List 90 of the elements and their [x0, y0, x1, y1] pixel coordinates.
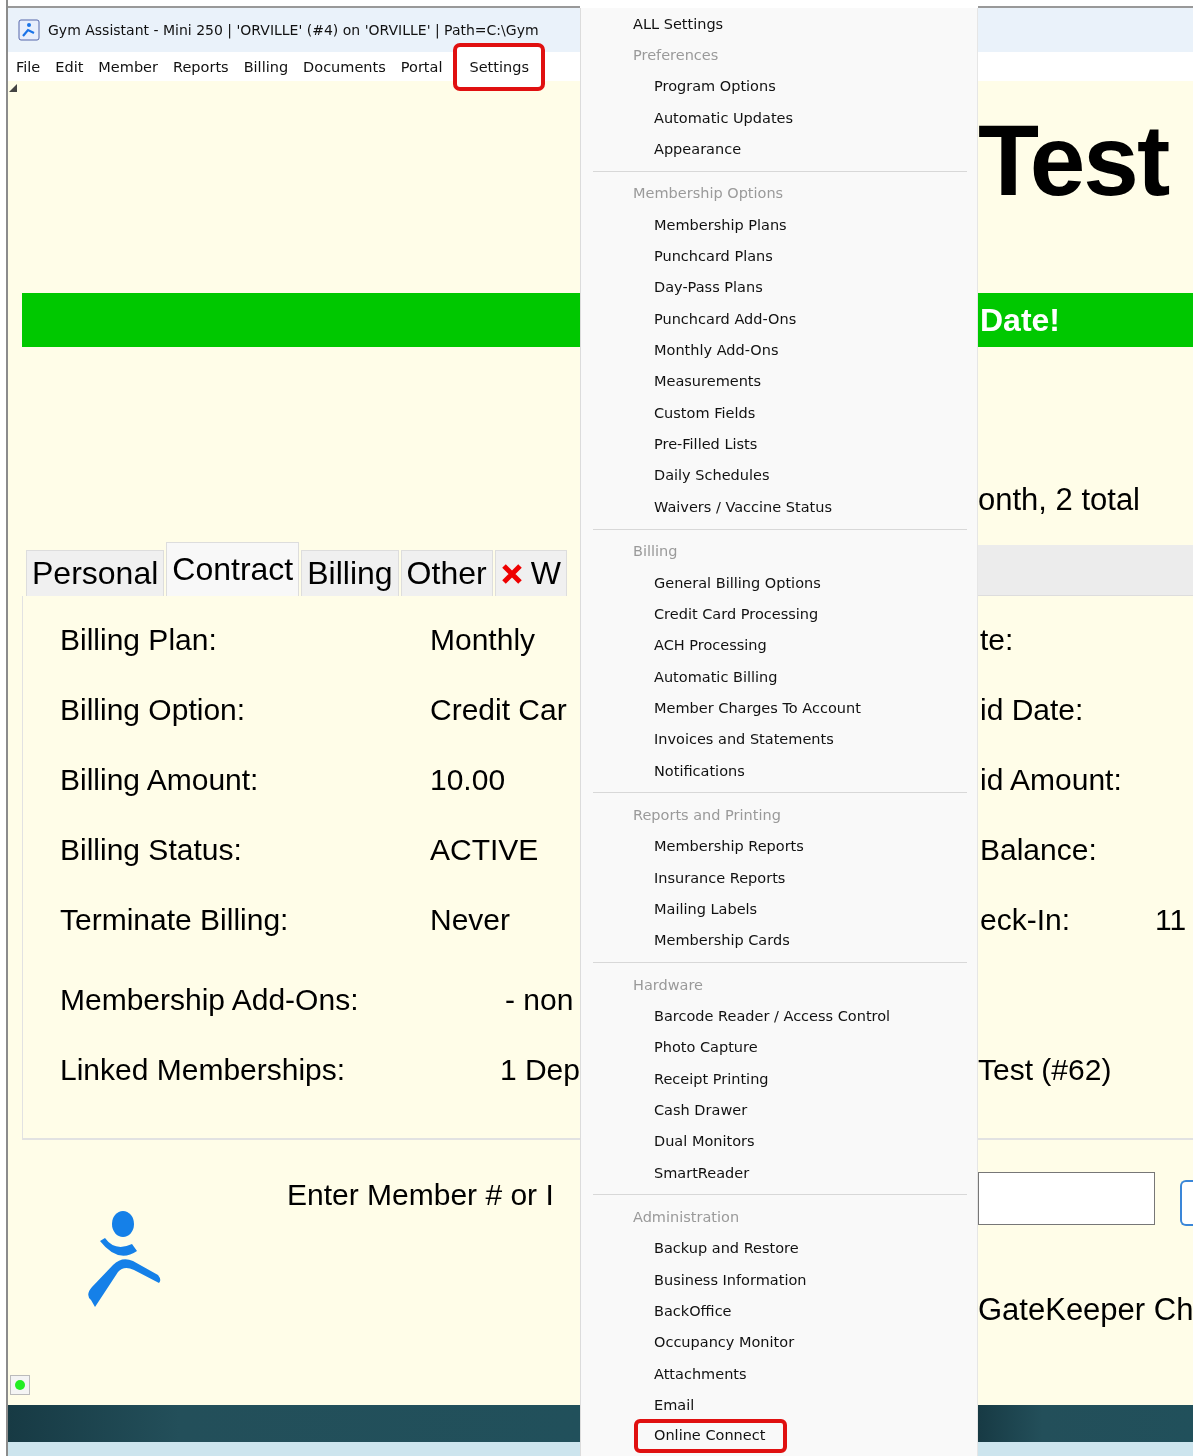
field-value: Never — [430, 903, 511, 937]
menu-item[interactable]: Automatic Billing — [634, 664, 786, 689]
tab[interactable]: W — [494, 550, 567, 596]
menu-section-header: Preferences — [633, 47, 719, 63]
field-label: Billing Amount: — [60, 763, 260, 797]
menu-section-header: Reports and Printing — [633, 806, 781, 823]
field-value: 1 Dep — [499, 1053, 580, 1087]
field-label: id Amount: — [980, 763, 1123, 797]
tab[interactable]: Other — [400, 550, 493, 596]
menu-item[interactable]: ALL Settings — [633, 11, 728, 36]
field-label: id Date: — [980, 693, 1085, 727]
menu-item[interactable]: Credit Card Processing — [634, 601, 827, 626]
menu-item[interactable]: Business Information — [634, 1267, 815, 1292]
menu-item[interactable]: Membership Reports — [634, 834, 812, 859]
menu-item[interactable]: Insurance Reports — [634, 865, 794, 890]
menu-section-header: Hardware — [633, 976, 703, 993]
menu-item[interactable]: Portal — [394, 56, 451, 77]
menu-item[interactable]: Receipt Printing — [634, 1066, 777, 1091]
field-label: Billing Plan: — [60, 623, 218, 657]
menu-item[interactable]: Appearance — [634, 137, 750, 162]
menu-item[interactable]: Photo Capture — [634, 1035, 766, 1060]
tab[interactable]: Billing — [301, 550, 399, 596]
menu-item[interactable]: Attachments — [634, 1361, 755, 1386]
field-value: Test (#62) — [978, 1053, 1112, 1087]
field-value: 10.00 — [430, 763, 506, 797]
menu-item[interactable]: Membership Cards — [634, 928, 798, 953]
tab[interactable]: Personal — [26, 550, 165, 596]
menu-item[interactable]: SmartReader — [634, 1160, 758, 1185]
corner-grip-icon — [9, 84, 17, 92]
gatekeeper-text: GateKeeper Ch — [978, 1292, 1193, 1328]
menu-item[interactable]: Automatic Updates — [634, 105, 802, 130]
menu-item[interactable]: Email — [634, 1393, 703, 1418]
menu-item[interactable]: Documents — [297, 56, 394, 77]
menu-item[interactable]: Edit — [49, 56, 92, 77]
field-value: Credit Car — [430, 693, 567, 727]
menu-section-header: Billing — [633, 543, 678, 560]
field-label: te: — [980, 623, 1015, 657]
member-name: Test — [978, 105, 1169, 215]
menu-item[interactable]: Billing — [237, 56, 297, 77]
menu-item[interactable]: Daily Schedules — [634, 463, 778, 488]
field-value: Monthly — [430, 623, 536, 657]
field-value: - non — [505, 983, 574, 1017]
field-label: Balance: — [980, 833, 1098, 867]
menu-item[interactable]: Custom Fields — [634, 400, 764, 425]
menu-item[interactable]: File — [10, 56, 49, 77]
field-label: Billing Option: — [60, 693, 247, 727]
tab[interactable]: Contract — [166, 542, 300, 596]
field-label: Billing Status: — [60, 833, 243, 867]
menu-item[interactable]: Invoices and Statements — [634, 727, 842, 752]
menu-item[interactable]: Settings — [453, 42, 545, 91]
search-button[interactable] — [1180, 1180, 1193, 1226]
menu-item[interactable]: Backup and Restore — [634, 1236, 807, 1261]
menu-item[interactable]: Monthly Add-Ons — [634, 338, 787, 363]
visits-text: onth, 2 total — [978, 482, 1140, 518]
menu-item[interactable]: Day-Pass Plans — [634, 275, 771, 300]
menu-item[interactable]: Cash Drawer — [634, 1098, 756, 1122]
menu-item[interactable]: Mailing Labels — [634, 896, 766, 921]
menu-item[interactable]: Pre-Filled Lists — [634, 432, 766, 457]
menu-item[interactable]: General Billing Options — [634, 570, 829, 595]
menu-item[interactable]: Punchcard Plans — [634, 244, 781, 269]
menu-item[interactable]: Measurements — [634, 369, 770, 394]
menu-item[interactable]: Online Connect — [634, 1419, 788, 1454]
menu-item[interactable]: Member — [92, 56, 166, 77]
menu-item[interactable]: Punchcard Add-Ons — [634, 306, 805, 331]
menu-item[interactable]: Barcode Reader / Access Control — [634, 1004, 899, 1028]
menu-item[interactable]: BackOffice — [634, 1299, 740, 1324]
tab-label: W — [530, 555, 561, 592]
menu-item[interactable]: Dual Monitors — [634, 1129, 763, 1154]
field-label: eck-In: — [980, 903, 1072, 937]
prompt-text: Enter Member # or I — [287, 1178, 554, 1213]
menu-item[interactable]: Waivers / Vaccine Status — [634, 494, 841, 519]
menu-item[interactable]: Member Charges To Account — [634, 695, 869, 720]
banner-text: Date! — [980, 301, 1060, 339]
member-search-field[interactable] — [978, 1172, 1155, 1225]
menu-section-header: Administration — [633, 1209, 740, 1226]
field-value: 11 — [1155, 903, 1187, 937]
field-value: ACTIVE — [430, 833, 539, 867]
window-title: Gym Assistant - Mini 250 | 'ORVILLE' (#4) on 'ORVILLE' | Path=C:\Gym — [48, 22, 539, 38]
error-x-icon — [500, 562, 523, 585]
menu-item[interactable]: Reports — [167, 56, 237, 77]
field-label: Terminate Billing: — [60, 903, 290, 937]
field-label: Membership Add-Ons: — [60, 983, 360, 1017]
menu-item[interactable]: ACH Processing — [634, 633, 775, 658]
app-icon — [18, 19, 40, 41]
menu-item[interactable]: Membership Plans — [634, 212, 795, 237]
menu-item[interactable]: Program Options — [634, 74, 784, 99]
menu-item[interactable]: Notifications — [634, 758, 753, 783]
menu-section-header: Membership Options — [633, 185, 784, 202]
field-label: Linked Memberships: — [60, 1053, 347, 1087]
menu-item[interactable]: Occupancy Monitor — [634, 1330, 803, 1355]
